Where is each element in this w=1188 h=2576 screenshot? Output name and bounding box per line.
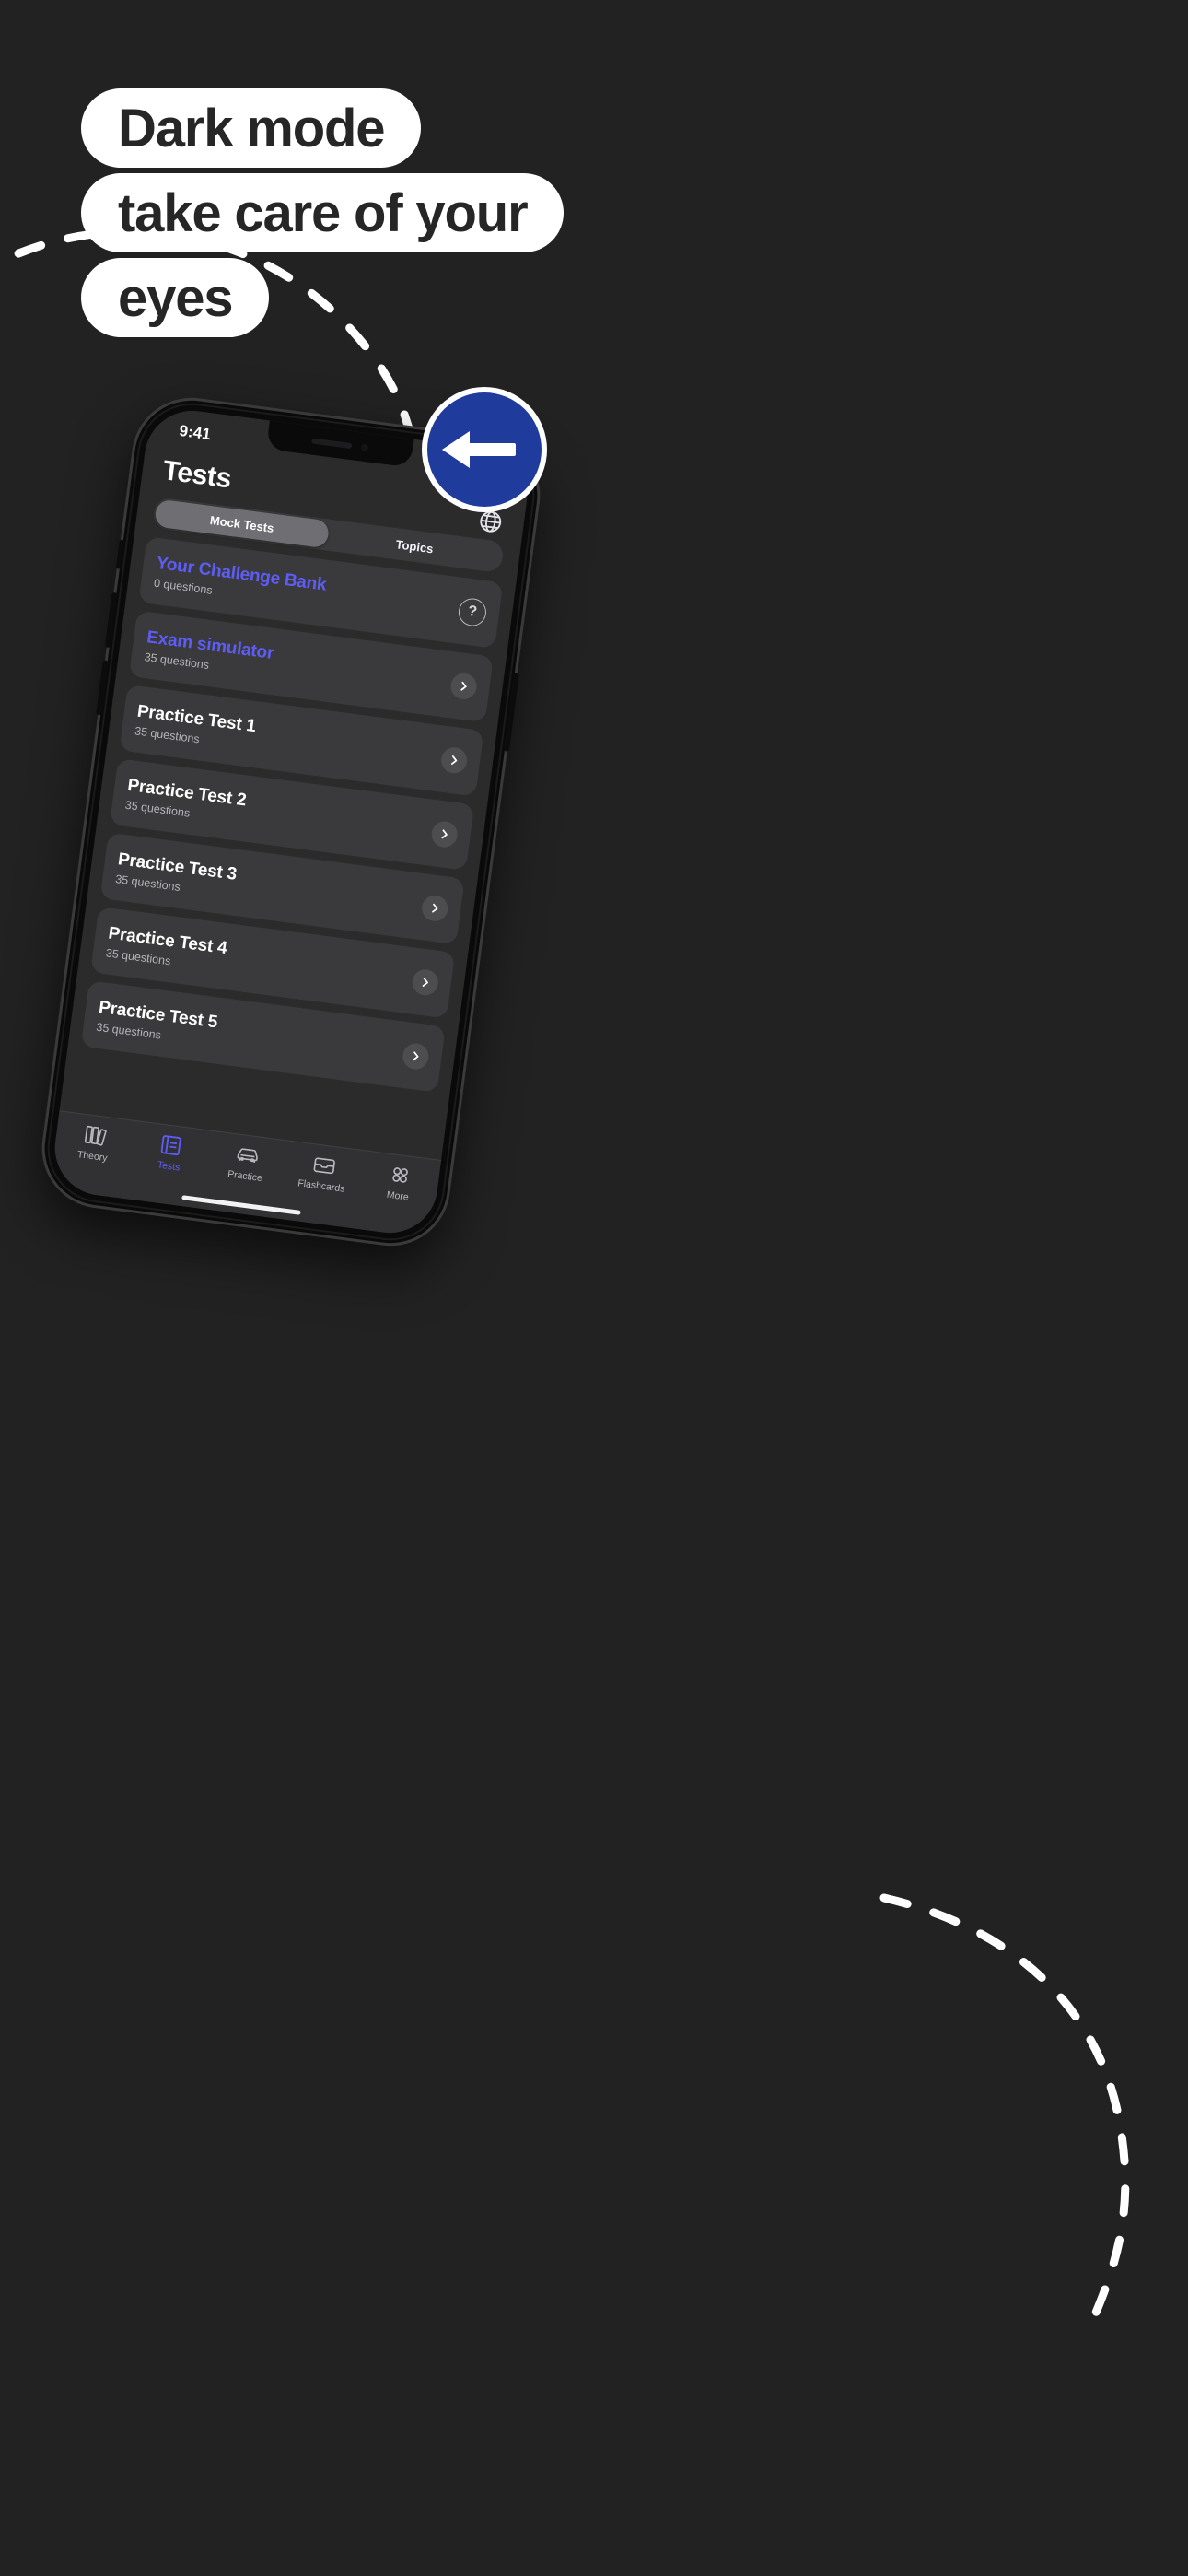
tab-label: Tests <box>157 1159 181 1174</box>
tab-label: More <box>386 1188 410 1203</box>
chevron-right-icon[interactable] <box>429 819 460 849</box>
chevron-right-icon[interactable] <box>411 967 440 997</box>
phone-mockup: 9:41 Tests Mock Tests Topics Your Challe… <box>38 393 544 1250</box>
books-icon <box>84 1125 107 1146</box>
tab-practice[interactable]: Practice <box>213 1140 282 1187</box>
headline-pill-2: take care of your <box>81 173 565 252</box>
tab-more[interactable]: More <box>365 1159 434 1206</box>
grid-dots-icon <box>392 1167 409 1183</box>
decorative-dashed-paths <box>0 228 1130 2317</box>
headline-pill-1: Dark mode <box>81 88 422 168</box>
chevron-right-icon[interactable] <box>448 672 479 701</box>
tab-theory[interactable]: Theory <box>60 1119 129 1166</box>
help-icon[interactable]: ? <box>457 596 488 628</box>
chevron-right-icon[interactable] <box>401 1041 431 1071</box>
phone-screen: 9:41 Tests Mock Tests Topics Your Challe… <box>49 404 533 1239</box>
car-icon <box>237 1148 258 1163</box>
tab-label: Practice <box>227 1168 263 1185</box>
test-list: Your Challenge Bank 0 questions ? Exam s… <box>80 536 504 1093</box>
headline-pill-3: eyes <box>81 258 270 337</box>
tab-label: Flashcards <box>297 1177 346 1195</box>
notebook-icon <box>161 1135 182 1156</box>
tab-label: Theory <box>76 1149 109 1165</box>
chevron-right-icon[interactable] <box>420 894 449 923</box>
chevron-right-icon[interactable] <box>439 745 469 775</box>
page-title: Tests <box>160 455 234 495</box>
flashcard-icon <box>313 1157 335 1175</box>
turn-left-ahead-sign <box>422 387 547 512</box>
tab-tests[interactable]: Tests <box>136 1130 205 1177</box>
dashed-curve-right <box>879 1893 1130 2317</box>
status-bar-clock: 9:41 <box>178 421 213 444</box>
tab-flashcards[interactable]: Flashcards <box>288 1149 357 1196</box>
